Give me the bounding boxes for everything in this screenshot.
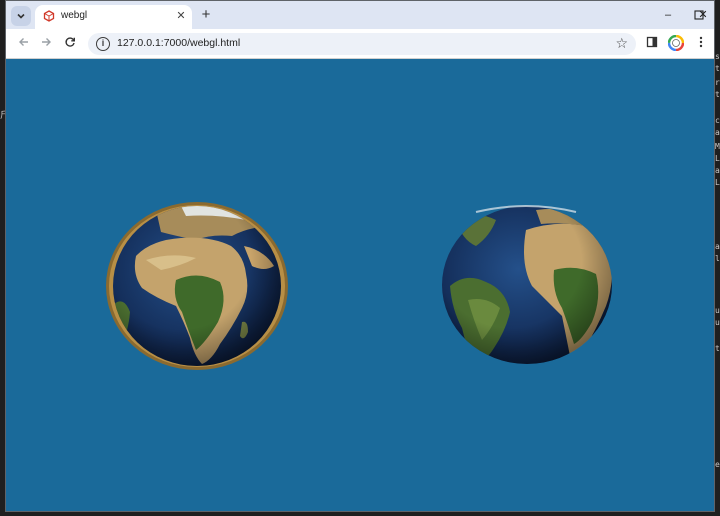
star-icon[interactable]: ☆ [615,35,628,52]
tab-search-button[interactable] [11,6,31,26]
profile-icon [667,34,685,52]
tab-title: webgl [61,10,88,21]
taskbar-edge [0,512,720,516]
chevron-down-icon [17,13,25,19]
browser-window: webgl ✕ + – ✕ i 127.0.0.1:7000/webgl.htm… [5,0,715,512]
arrow-left-icon [19,38,28,46]
reload-button[interactable] [61,35,79,53]
info-icon[interactable]: i [96,37,110,51]
forward-button[interactable] [37,35,55,53]
minimize-button[interactable]: – [651,5,685,25]
toolbar: i 127.0.0.1:7000/webgl.html ☆ [6,29,714,59]
profile-button[interactable] [667,34,685,53]
webgl-cube-icon [43,10,55,22]
arrow-right-icon [42,38,51,46]
side-panel-icon [646,36,658,48]
tab-strip: webgl ✕ + – [6,1,714,29]
webgl-canvas[interactable] [6,60,714,511]
close-window-button[interactable]: ✕ [686,5,714,25]
tab-webgl[interactable]: webgl ✕ [35,5,192,29]
globe-right [442,205,612,364]
globe-left-ringed [106,202,288,370]
side-panel-button[interactable] [643,35,661,53]
url-text[interactable]: 127.0.0.1:7000/webgl.html [117,37,240,49]
tab-close-button[interactable]: ✕ [174,9,188,23]
reload-icon [65,37,75,47]
menu-button[interactable] [692,35,710,53]
webgl-scene [106,202,612,370]
back-button[interactable] [15,35,33,53]
new-tab-button[interactable]: + [197,7,215,25]
address-bar[interactable]: i 127.0.0.1:7000/webgl.html ☆ [88,33,636,55]
kebab-menu-icon [699,36,703,48]
